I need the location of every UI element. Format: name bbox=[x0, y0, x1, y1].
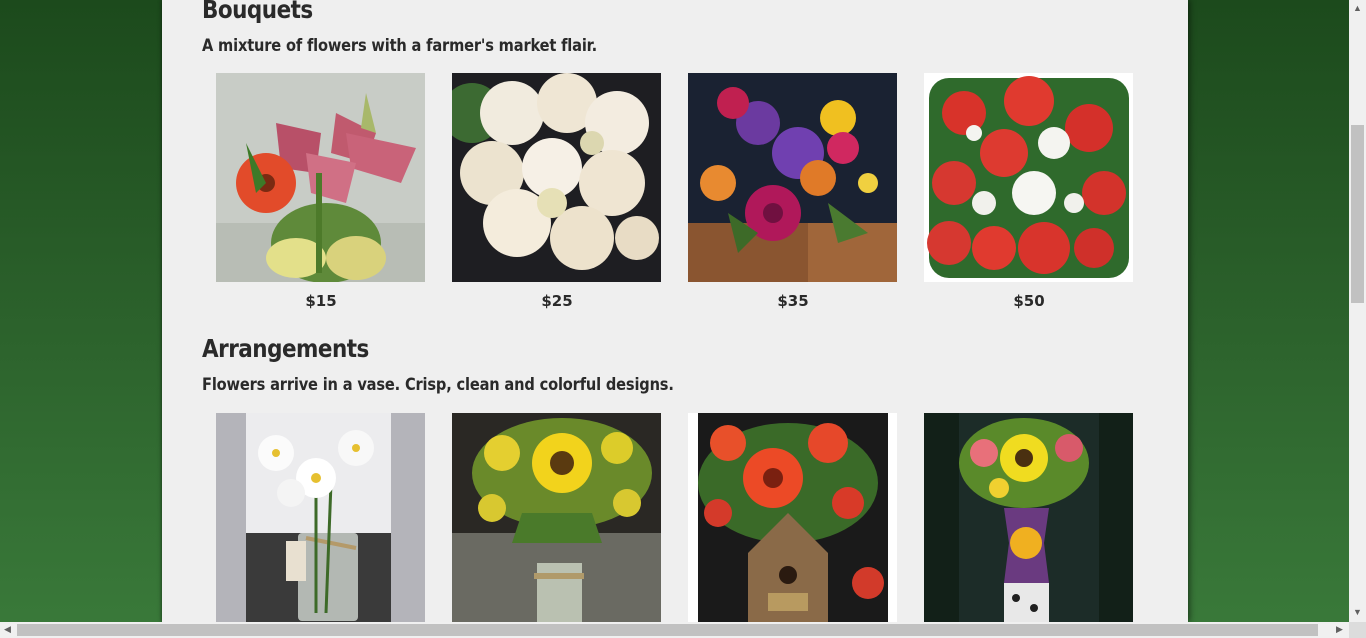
scroll-down-arrow-icon[interactable]: ▼ bbox=[1353, 608, 1362, 617]
section-title-arrangements: Arrangements bbox=[202, 334, 369, 363]
horizontal-scroll-thumb[interactable] bbox=[17, 624, 1318, 636]
product-card[interactable]: $50 bbox=[924, 73, 1134, 310]
section-title-bouquets: Bouquets bbox=[202, 0, 313, 24]
scroll-left-arrow-icon[interactable]: ◀ bbox=[4, 625, 11, 634]
arrangement-photo-2[interactable] bbox=[452, 413, 661, 622]
product-card[interactable] bbox=[688, 413, 898, 622]
vertical-scroll-thumb[interactable] bbox=[1351, 125, 1364, 303]
product-card[interactable]: $25 bbox=[452, 73, 662, 310]
product-card[interactable] bbox=[216, 413, 426, 622]
section-description-arrangements: Flowers arrive in a vase. Crisp, clean a… bbox=[202, 375, 674, 395]
horizontal-scrollbar[interactable]: ◀ ▶ bbox=[0, 622, 1349, 638]
product-card[interactable] bbox=[924, 413, 1134, 622]
product-card[interactable]: $35 bbox=[688, 73, 898, 310]
bouquet-photo-3[interactable] bbox=[688, 73, 897, 282]
section-description-bouquets: A mixture of flowers with a farmer's mar… bbox=[202, 36, 598, 56]
product-card[interactable]: $15 bbox=[216, 73, 426, 310]
product-price: $50 bbox=[1013, 292, 1045, 310]
bouquet-photo-2[interactable] bbox=[452, 73, 661, 282]
content-page: Bouquets A mixture of flowers with a far… bbox=[162, 0, 1188, 622]
scrollbar-corner bbox=[1349, 622, 1366, 638]
product-price: $35 bbox=[777, 292, 809, 310]
scroll-right-arrow-icon[interactable]: ▶ bbox=[1336, 625, 1343, 634]
arrangement-photo-4[interactable] bbox=[924, 413, 1133, 622]
product-price: $25 bbox=[541, 292, 573, 310]
bouquet-photo-4[interactable] bbox=[924, 73, 1133, 282]
product-price: $15 bbox=[305, 292, 337, 310]
vertical-scrollbar[interactable]: ▲ ▼ bbox=[1349, 0, 1366, 622]
arrangement-photo-3[interactable] bbox=[688, 413, 897, 622]
arrangement-photo-1[interactable] bbox=[216, 413, 425, 622]
scroll-up-arrow-icon[interactable]: ▲ bbox=[1353, 4, 1362, 13]
product-card[interactable] bbox=[452, 413, 662, 622]
bouquet-photo-1[interactable] bbox=[216, 73, 425, 282]
